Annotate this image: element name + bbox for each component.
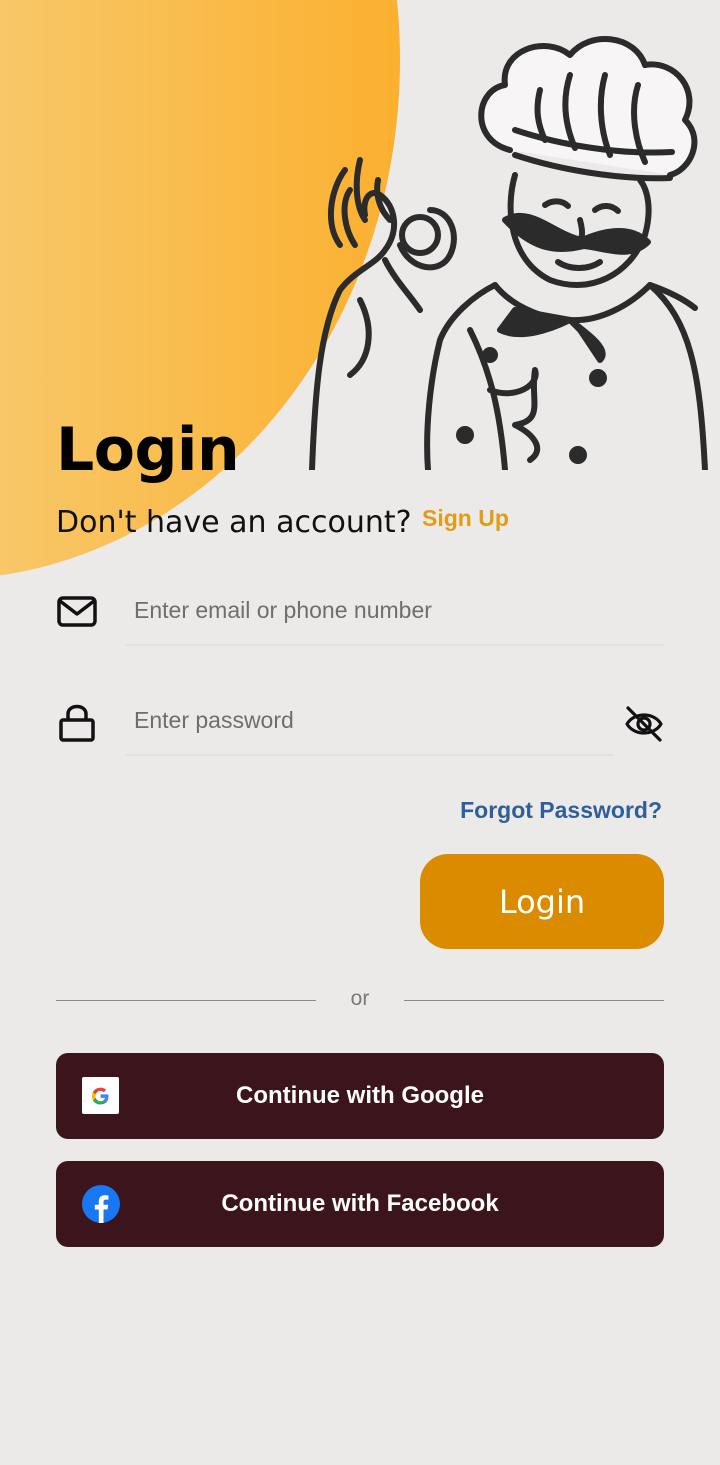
lock-icon (59, 704, 95, 742)
google-signin-button[interactable]: Continue with Google (56, 1053, 664, 1139)
login-button[interactable]: Login (420, 854, 664, 949)
mail-icon (57, 596, 97, 627)
login-screen: Login Don't have an account? Sign Up For… (0, 0, 720, 1465)
signup-row: Don't have an account? Sign Up (56, 505, 509, 545)
facebook-signin-button[interactable]: Continue with Facebook (56, 1161, 664, 1247)
facebook-signin-label: Continue with Facebook (221, 1190, 499, 1217)
email-field-row (56, 576, 664, 646)
password-field-row (56, 686, 664, 756)
chef-illustration (309, 36, 708, 470)
or-divider: or (56, 985, 664, 1019)
google-signin-label: Continue with Google (236, 1082, 484, 1109)
divider-line-right (404, 1000, 664, 1001)
password-input[interactable] (126, 686, 614, 756)
signup-link[interactable]: Sign Up (422, 505, 509, 531)
signup-prompt: Don't have an account? (56, 505, 412, 540)
page-title: Login (56, 415, 240, 485)
or-label: or (350, 987, 370, 1010)
email-input[interactable] (126, 576, 664, 646)
forgot-password-link[interactable]: Forgot Password? (460, 797, 662, 824)
eye-off-icon[interactable] (624, 704, 664, 744)
